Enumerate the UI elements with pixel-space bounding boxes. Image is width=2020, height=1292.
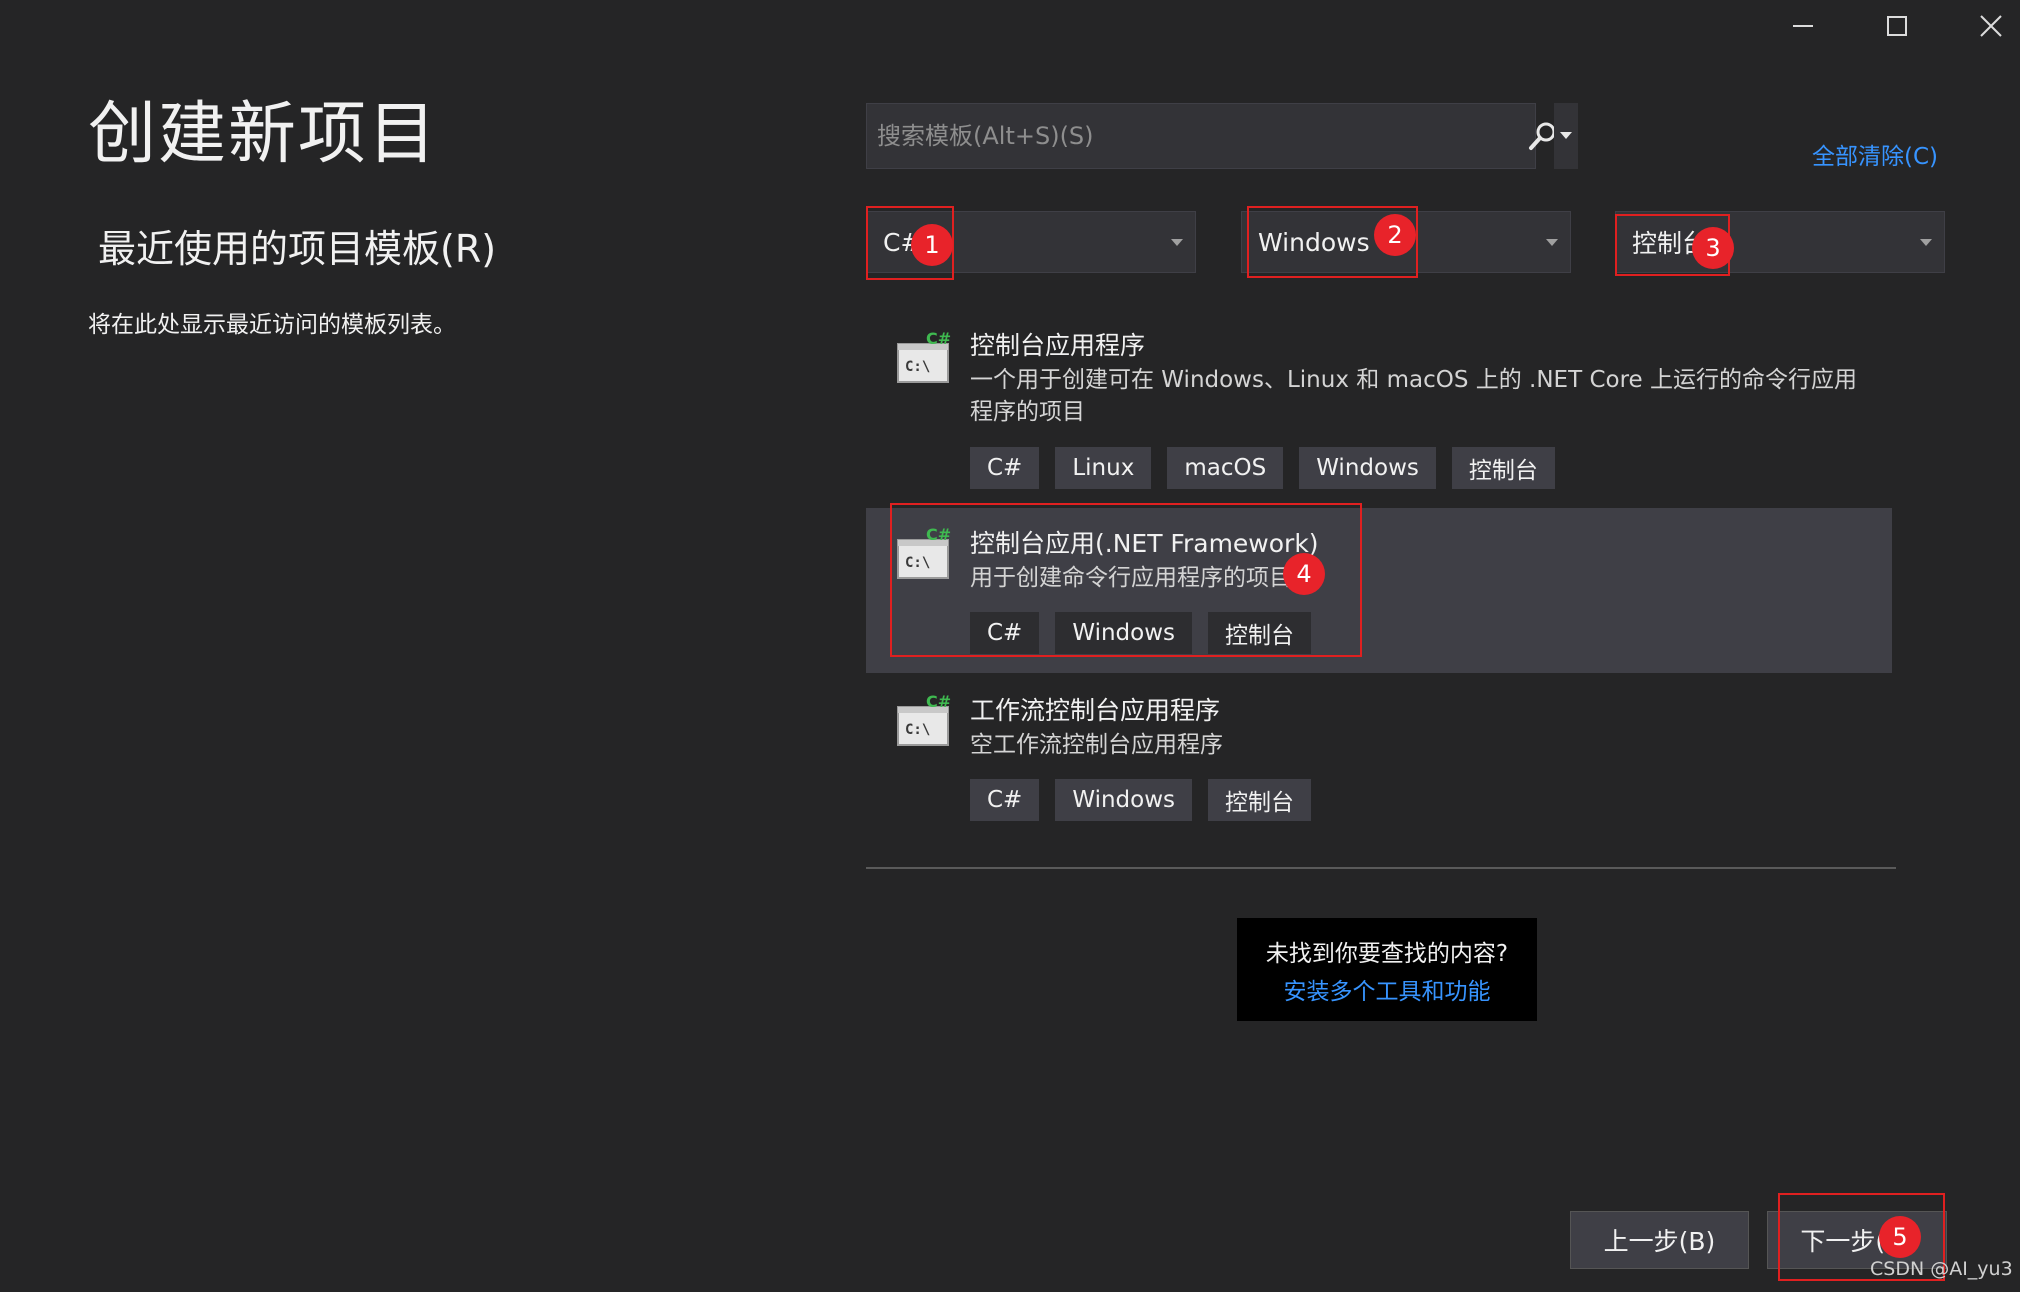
- template-tag: Windows: [1055, 779, 1193, 821]
- annotation-number: 3: [1692, 227, 1734, 269]
- maximize-icon: [1887, 16, 1907, 36]
- search-box: [866, 103, 1556, 169]
- chevron-down-icon: [1546, 239, 1558, 246]
- close-icon: [1980, 15, 2002, 37]
- template-item[interactable]: C:\ C# 控制台应用程序 一个用于创建可在 Windows、Linux 和 …: [866, 312, 1892, 506]
- recent-templates-header: 最近使用的项目模板(R): [98, 227, 497, 271]
- not-found-panel: 未找到你要查找的内容? 安装多个工具和功能: [1237, 918, 1537, 1021]
- svg-text:C#: C#: [926, 330, 951, 348]
- template-tags: C# Windows 控制台: [970, 779, 1312, 821]
- not-found-text: 未找到你要查找的内容?: [1265, 940, 1509, 967]
- annotation-number: 1: [911, 224, 953, 266]
- chevron-down-icon: [1171, 239, 1183, 246]
- chevron-down-icon: [1920, 239, 1932, 246]
- chevron-down-icon: [1560, 132, 1572, 139]
- maximize-button[interactable]: [1852, 0, 1942, 52]
- template-tag: Linux: [1055, 447, 1152, 489]
- watermark: CSDN @AI_yu3: [1870, 1258, 2013, 1280]
- annotation-number: 2: [1374, 214, 1416, 256]
- template-description: 一个用于创建可在 Windows、Linux 和 macOS 上的 .NET C…: [970, 367, 1857, 425]
- console-app-icon: C:\ C#: [897, 330, 951, 383]
- template-tag: macOS: [1167, 447, 1284, 489]
- annotation-number: 4: [1283, 553, 1325, 595]
- list-divider: [866, 867, 1896, 869]
- template-name: 工作流控制台应用程序: [970, 696, 1221, 725]
- template-description: 空工作流控制台应用程序: [970, 732, 1223, 758]
- minimize-icon: [1793, 25, 1813, 27]
- template-tag: 控制台: [1208, 779, 1312, 821]
- template-item[interactable]: C:\ C# 工作流控制台应用程序 空工作流控制台应用程序 C# Windows…: [866, 675, 1892, 840]
- annotation-number: 5: [1879, 1216, 1921, 1258]
- template-name: 控制台应用程序: [970, 331, 1146, 360]
- install-tools-link[interactable]: 安装多个工具和功能: [1284, 972, 1491, 1006]
- page-title: 创建新项目: [88, 95, 439, 174]
- template-tag: 控制台: [1451, 447, 1555, 489]
- template-tag: C#: [970, 447, 1040, 489]
- clear-all-link[interactable]: 全部清除(C): [1812, 137, 1938, 171]
- recent-templates-empty-text: 将在此处显示最近访问的模板列表。: [88, 312, 456, 338]
- svg-text:C#: C#: [926, 693, 951, 711]
- back-button[interactable]: 上一步(B): [1570, 1211, 1749, 1269]
- minimize-button[interactable]: [1758, 0, 1848, 52]
- search-input[interactable]: [867, 104, 1507, 168]
- console-app-icon: C:\ C#: [897, 693, 951, 746]
- template-tags: C# Linux macOS Windows 控制台: [970, 447, 1555, 489]
- template-tag: C#: [970, 779, 1040, 821]
- search-options-dropdown[interactable]: [1554, 103, 1578, 169]
- svg-text:C:\: C:\: [905, 722, 930, 738]
- svg-text:C:\: C:\: [905, 359, 930, 375]
- template-tag: Windows: [1299, 447, 1436, 489]
- close-button[interactable]: [1946, 0, 2020, 52]
